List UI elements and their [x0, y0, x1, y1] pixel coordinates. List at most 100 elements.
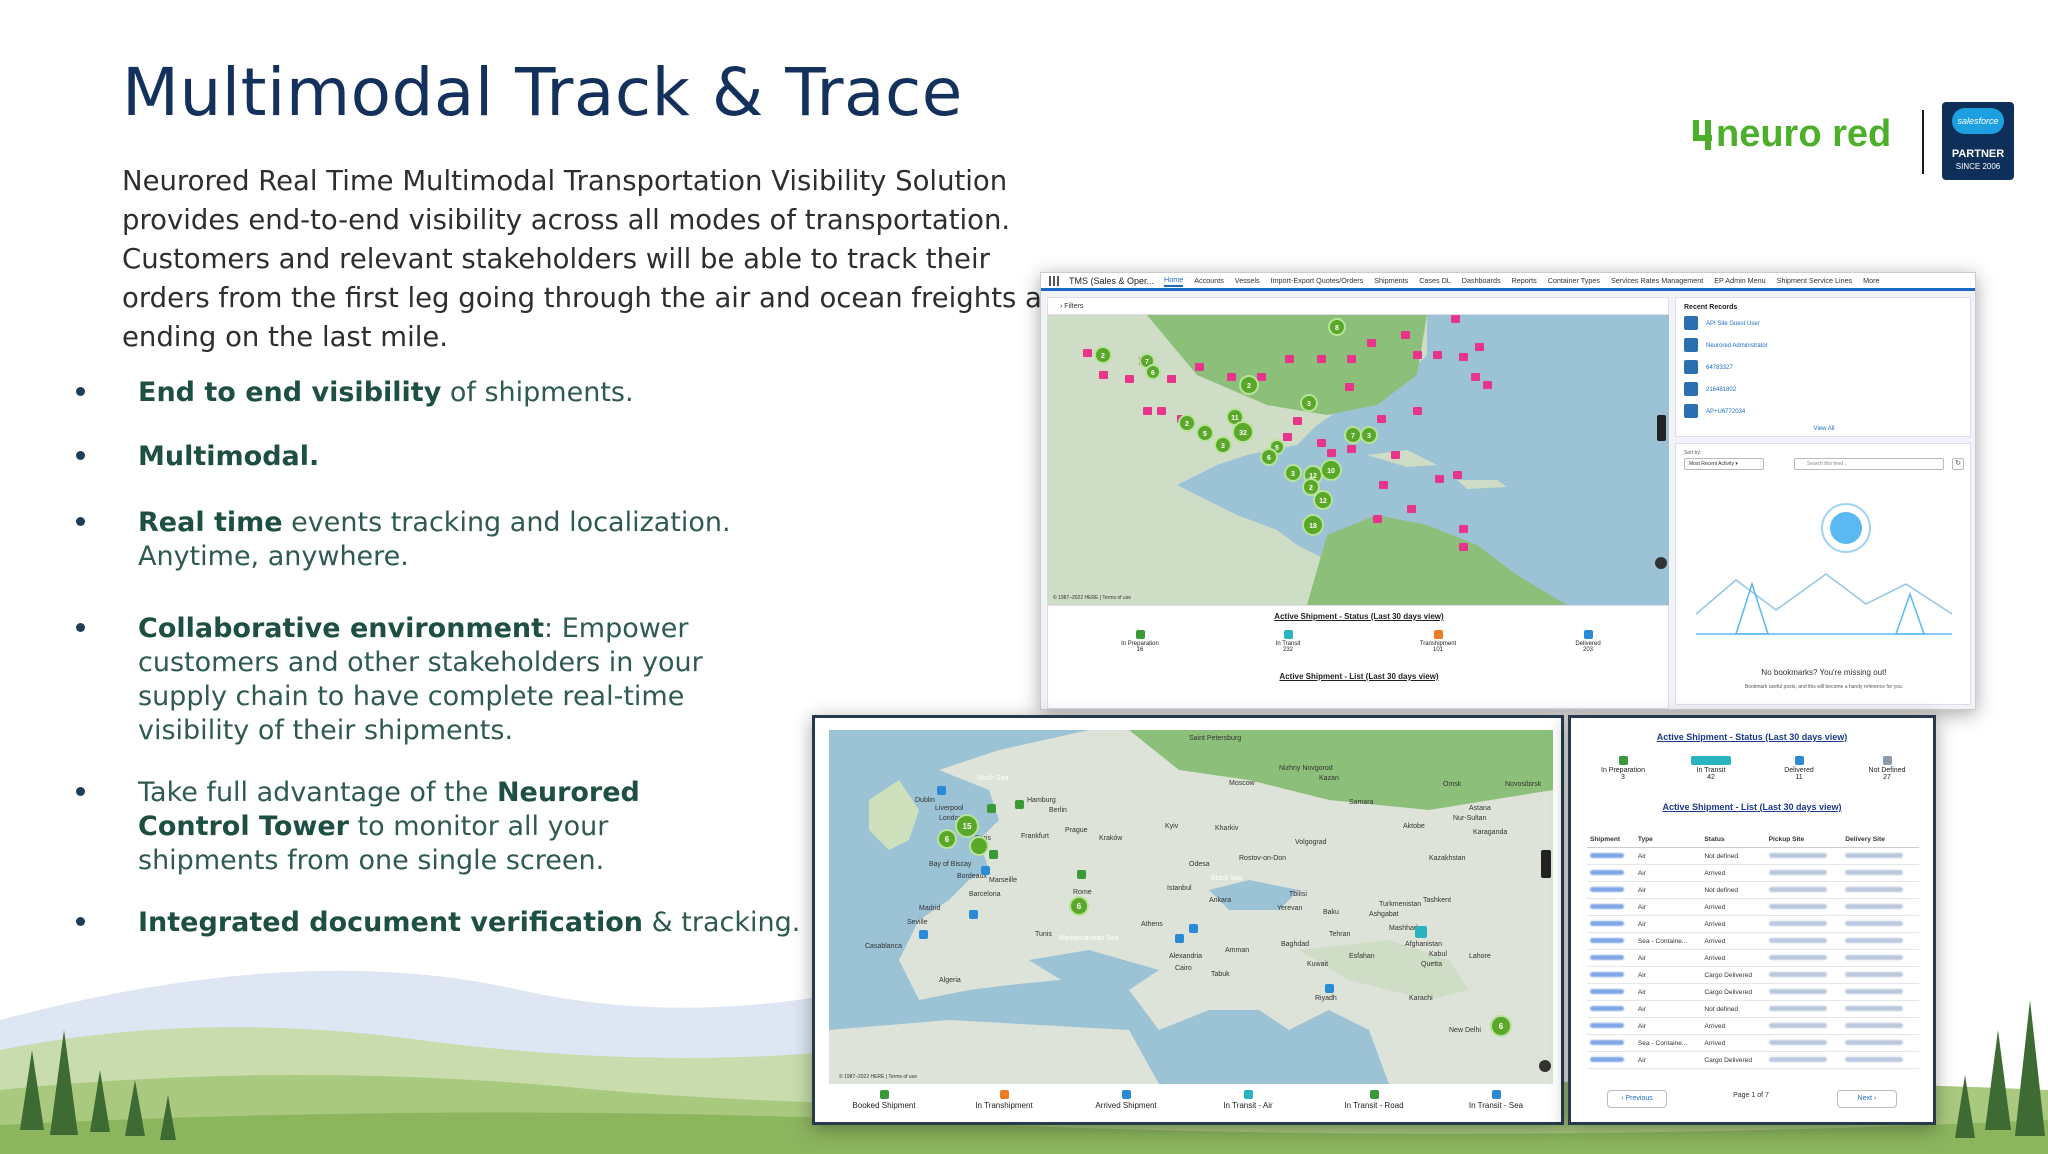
sort-select[interactable]: Most Recent Activity ▾ [1684, 458, 1764, 470]
map-cluster-label: 3 [1221, 443, 1225, 450]
status-transhipment[interactable]: Transhipment 101 [1398, 630, 1478, 653]
bullet-dot [76, 387, 85, 396]
recent-records-panel: Recent Records API Site Guest User Neuro… [1675, 297, 1971, 437]
shipment-id-cell[interactable] [1587, 949, 1635, 967]
map-city: Quetta [1421, 961, 1442, 968]
feed-search-input[interactable]: Search this feed... [1794, 458, 1944, 470]
nav-tab-more[interactable]: More [1863, 276, 1879, 285]
status-in-transit[interactable]: In Transit 232 [1248, 630, 1328, 653]
nav-tab-shipments[interactable]: Shipments [1374, 276, 1408, 285]
table-row[interactable]: Air Cargo Delivered [1587, 1051, 1919, 1069]
map-city: Lahore [1469, 953, 1491, 960]
delivery-site-cell [1842, 1051, 1919, 1069]
redacted-text [1590, 1039, 1624, 1045]
shipment-id-cell[interactable] [1587, 864, 1635, 882]
shipment-icon [1684, 360, 1698, 375]
legend-in-transhipment[interactable]: In Transhipment [949, 1090, 1059, 1110]
delivery-site-cell [1842, 881, 1919, 899]
table-row[interactable]: Air Cargo Delivered [1587, 983, 1919, 1001]
column-header[interactable]: Pickup Site [1765, 832, 1843, 848]
status-in-transit[interactable]: In Transit 42 [1671, 756, 1751, 781]
shipment-id-cell[interactable] [1587, 847, 1635, 865]
nav-tab-home[interactable]: Home [1164, 275, 1184, 287]
redacted-text [1845, 1022, 1904, 1028]
map-city: Mediterranean Sea [1059, 935, 1119, 942]
view-all-link[interactable]: View All [1676, 426, 1972, 432]
table-row[interactable]: Air Arrived [1587, 898, 1919, 916]
status-delivered[interactable]: Delivered 11 [1759, 756, 1839, 781]
recent-record-item[interactable]: API Site Guest User [1684, 316, 1760, 332]
shipment-id-cell[interactable] [1587, 915, 1635, 933]
status-delivered[interactable]: Delivered 203 [1548, 630, 1628, 653]
shipment-id-cell[interactable] [1587, 1000, 1635, 1018]
status-in-preparation[interactable]: In Preparation 3 [1583, 756, 1663, 781]
legend-in-transit-air[interactable]: In Transit - Air [1193, 1090, 1303, 1110]
table-row[interactable]: Air Not defined [1587, 1000, 1919, 1018]
column-header[interactable]: Shipment [1587, 832, 1635, 848]
map-cluster-label: 10 [1327, 468, 1335, 475]
next-button[interactable]: Next › [1837, 1090, 1897, 1108]
previous-button[interactable]: ‹ Previous [1607, 1090, 1667, 1108]
shipment-id-cell[interactable] [1587, 1051, 1635, 1069]
redacted-text [1768, 886, 1827, 892]
shipment-id-cell[interactable] [1587, 932, 1635, 950]
filters-bar[interactable]: › Filters [1047, 297, 1669, 315]
recent-record-item[interactable]: AP+U6772034 [1684, 404, 1745, 420]
shipment-id-cell[interactable] [1587, 1017, 1635, 1035]
column-header[interactable]: Delivery Site [1842, 832, 1919, 848]
nav-tab-quotes[interactable]: Import-Export Quotes/Orders [1271, 276, 1364, 285]
bullet-bold: Collaborative environment [138, 613, 545, 644]
empty-state-illustration [1696, 503, 1952, 635]
legend-in-transit-sea[interactable]: In Transit - Sea [1441, 1090, 1551, 1110]
app-name: TMS (Sales & Oper... [1069, 275, 1155, 286]
status-in-preparation[interactable]: In Preparation 16 [1100, 630, 1180, 653]
active-shipment-status-panel: Active Shipment - Status (Last 30 days v… [1047, 605, 1669, 709]
status-not-defined[interactable]: Not Defined 27 [1847, 756, 1927, 781]
recent-record-item[interactable]: Neurored Administrator [1684, 338, 1768, 354]
map-city: Kazakhstan [1429, 855, 1466, 862]
column-header[interactable]: Type [1634, 832, 1702, 848]
map-cluster-label: 15 [963, 822, 972, 831]
table-row[interactable]: Air Not defined [1587, 881, 1919, 899]
nav-tab-container-types[interactable]: Container Types [1548, 276, 1600, 285]
refresh-icon[interactable]: ↻ [1952, 458, 1964, 470]
nav-tab-accounts[interactable]: Accounts [1194, 276, 1224, 285]
map-city: Afghanistan [1405, 941, 1442, 948]
column-header[interactable]: Status [1701, 832, 1766, 848]
legend-arrived-shipment[interactable]: Arrived Shipment [1071, 1090, 1181, 1110]
map-city: Tehran [1329, 931, 1351, 938]
nav-tab-admin[interactable]: EP Admin Menu [1714, 276, 1765, 285]
nav-tab-rates[interactable]: Services Rates Management [1611, 276, 1703, 285]
legend-booked-shipment[interactable]: Booked Shipment [829, 1090, 939, 1110]
americas-map[interactable]: © 1987–2022 HERE | Terms of use 8 2 7 6 … [1047, 315, 1669, 605]
table-row[interactable]: Air Arrived [1587, 915, 1919, 933]
pickup-site-cell [1765, 932, 1843, 950]
legend-in-transit-road[interactable]: In Transit - Road [1319, 1090, 1429, 1110]
europe-map[interactable]: Saint Petersburg North Sea Hamburg Berli… [829, 730, 1553, 1084]
table-row[interactable]: Air Arrived [1587, 1017, 1919, 1035]
table-row[interactable]: Air Arrived [1587, 949, 1919, 967]
table-row[interactable]: Air Cargo Delivered [1587, 966, 1919, 984]
app-launcher-icon[interactable] [1049, 275, 1059, 286]
status-cell: Cargo Delivered [1701, 1051, 1766, 1069]
shipment-id-cell[interactable] [1587, 898, 1635, 916]
recent-record-item[interactable]: 64783327 [1684, 360, 1733, 376]
nav-tab-vessels[interactable]: Vessels [1235, 276, 1260, 285]
map-city: Rostov-on-Don [1239, 855, 1286, 862]
shipment-id-cell[interactable] [1587, 1034, 1635, 1052]
nav-tab-service-lines[interactable]: Shipment Service Lines [1777, 276, 1853, 285]
table-row[interactable]: Air Not defined [1587, 847, 1919, 865]
map-city: Black Sea [1211, 875, 1243, 882]
nav-tab-cases[interactable]: Cases DL [1419, 276, 1451, 285]
nav-tab-reports[interactable]: Reports [1512, 276, 1537, 285]
shipment-id-cell[interactable] [1587, 966, 1635, 984]
table-row[interactable]: Sea - Containe... Arrived [1587, 932, 1919, 950]
recent-record-item[interactable]: 216481802 [1684, 382, 1736, 398]
nav-tab-dashboards[interactable]: Dashboards [1462, 276, 1501, 285]
shipment-id-cell[interactable] [1587, 881, 1635, 899]
shipment-id-cell[interactable] [1587, 983, 1635, 1001]
delivery-site-cell [1842, 932, 1919, 950]
table-row[interactable]: Sea - Containe... Arrived [1587, 1034, 1919, 1052]
map-city: Prague [1065, 827, 1088, 834]
table-row[interactable]: Air Arrived [1587, 864, 1919, 882]
